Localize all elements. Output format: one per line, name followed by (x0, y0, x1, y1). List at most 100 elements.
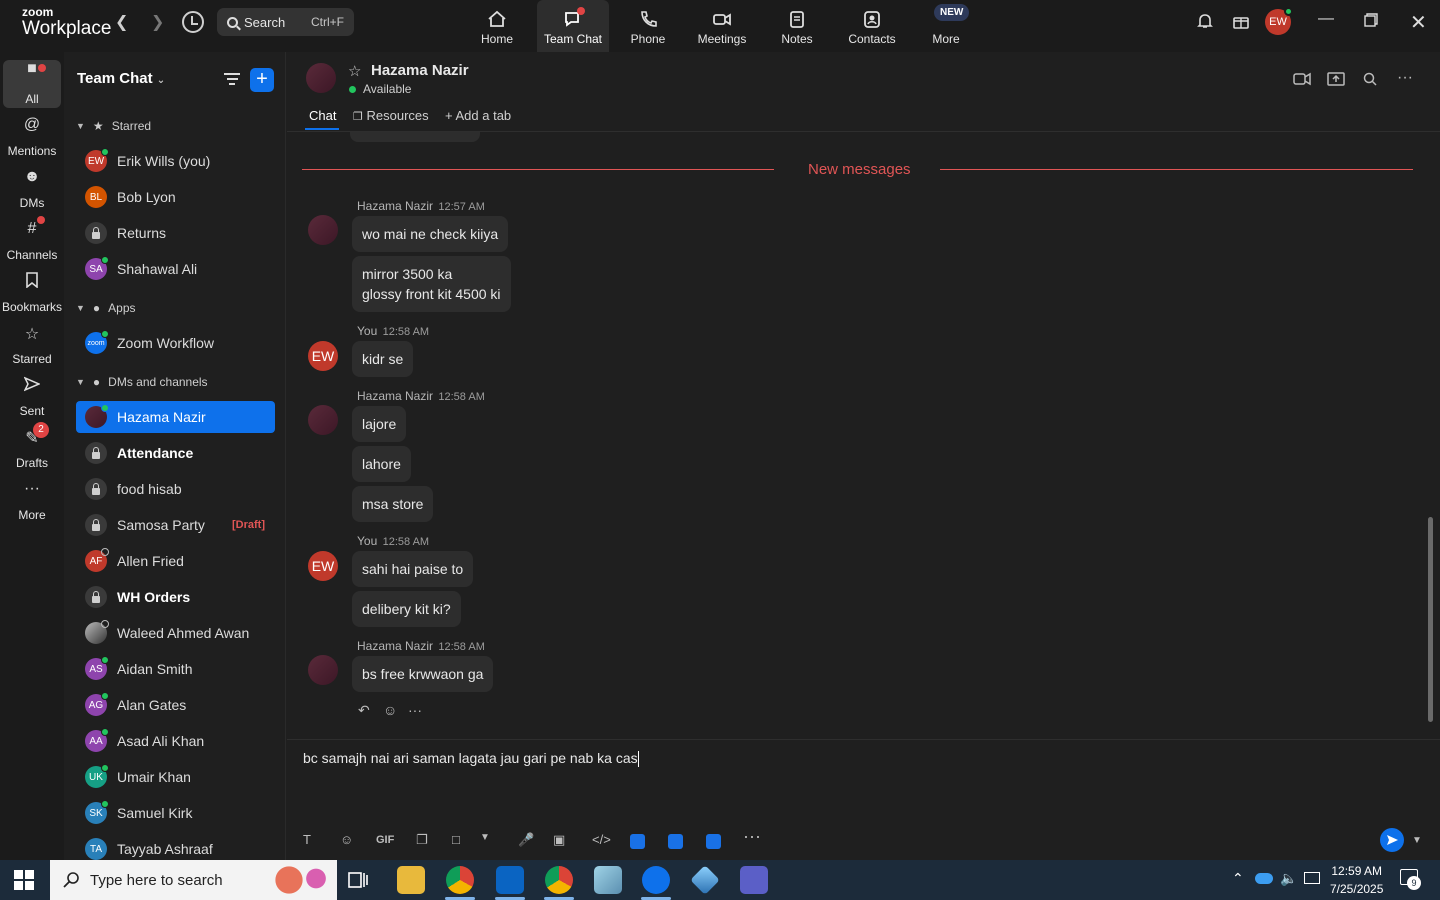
chrome-profile-icon[interactable] (545, 866, 573, 894)
back-arrow-icon[interactable]: ❮ (115, 12, 128, 32)
taskbar-search[interactable]: Type here to search (50, 860, 337, 900)
rail-item-bookmarks[interactable]: Bookmarks (0, 268, 64, 320)
volume-muted-icon[interactable]: 🔈 (1280, 870, 1297, 887)
outlook-icon[interactable] (496, 866, 524, 894)
rail-item-channels[interactable]: # Channels (0, 216, 64, 268)
app-icon[interactable] (594, 866, 622, 894)
message-bubble[interactable]: delibery kit ki? (352, 591, 461, 627)
rail-item-dms[interactable]: ☻ DMs (0, 164, 64, 216)
minimize-icon[interactable]: — (1318, 10, 1334, 28)
more-tools-icon[interactable]: ··· (743, 826, 761, 847)
onedrive-icon[interactable] (1255, 873, 1273, 884)
list-item[interactable]: AS Aidan Smith (76, 653, 275, 685)
message-bubble[interactable]: lahore (352, 446, 411, 482)
chrome-icon[interactable] (446, 866, 474, 894)
tab-contacts[interactable]: Contacts (836, 0, 908, 52)
share-screen-icon[interactable] (1327, 72, 1345, 89)
sender-avatar[interactable] (308, 405, 338, 435)
list-item[interactable]: SA Shahawal Ali (76, 253, 275, 285)
whiteboard-app-icon[interactable] (668, 834, 683, 849)
notification-center-icon[interactable]: 9 (1400, 869, 1421, 890)
file-icon[interactable]: ❐ (416, 832, 428, 848)
message-bubble[interactable]: sahi hai paise to (352, 551, 474, 587)
emoji-reaction-icon[interactable]: ☺ (383, 702, 397, 718)
gif-button[interactable]: GIF (376, 834, 394, 846)
zoom-taskbar-icon[interactable] (642, 866, 670, 894)
message-input[interactable]: bc samajh nai ari saman lagata jau gari … (303, 750, 639, 768)
list-item[interactable]: AA Asad Ali Khan (76, 725, 275, 757)
list-title[interactable]: Team Chat ⌄ (77, 70, 165, 87)
star-icon[interactable]: ☆ (348, 62, 361, 80)
section-apps[interactable]: ▼ ● Apps (76, 298, 136, 318)
screenshot-icon[interactable]: □ (452, 832, 460, 847)
dev-app-icon[interactable] (690, 865, 720, 895)
tab-phone[interactable]: Phone (612, 0, 684, 52)
message-bubble[interactable]: mirror 3500 ka glossy front kit 4500 ki (352, 256, 511, 312)
contact-avatar[interactable] (306, 63, 336, 93)
sender-name[interactable]: Hazama Nazir (357, 389, 433, 403)
send-options-chevron-icon[interactable]: ▼ (1412, 835, 1422, 846)
video-message-icon[interactable]: ▣ (553, 832, 565, 848)
more-options-icon[interactable]: ··· (1397, 69, 1413, 87)
chat-scrollbar[interactable] (1428, 517, 1433, 722)
send-button[interactable] (1380, 828, 1404, 852)
rail-item-mentions[interactable]: @ Mentions (0, 112, 64, 164)
section-starred[interactable]: ▼ ★ Starred (76, 116, 151, 136)
rail-item-more[interactable]: ··· More (0, 476, 64, 528)
message-bubble[interactable]: lajore (352, 406, 407, 442)
sender-name[interactable]: Hazama Nazir (357, 199, 433, 213)
file-explorer-icon[interactable] (397, 866, 425, 894)
rail-item-sent[interactable]: Sent (0, 372, 64, 424)
search-icon[interactable] (1363, 72, 1377, 89)
user-avatar[interactable]: EW (1265, 7, 1293, 35)
list-item[interactable]: Attendance (76, 437, 275, 469)
code-snippet-icon[interactable]: </> (592, 832, 611, 847)
list-item-selected[interactable]: Hazama Nazir (76, 401, 275, 433)
search-box[interactable]: Search Ctrl+F (217, 8, 354, 36)
task-view-icon[interactable] (346, 868, 374, 896)
list-item[interactable]: SK Samuel Kirk (76, 797, 275, 829)
gift-icon[interactable] (1232, 12, 1250, 35)
emoji-icon[interactable]: ☺ (340, 832, 353, 847)
message-bubble[interactable]: bs free krwwaon ga (352, 656, 494, 692)
network-icon[interactable] (1304, 872, 1320, 884)
tab-meetings[interactable]: Meetings (686, 0, 758, 52)
chevron-up-icon[interactable]: ⌃ (1232, 870, 1244, 887)
list-item[interactable]: WH Orders (76, 581, 275, 613)
sender-avatar[interactable] (308, 655, 338, 685)
sender-avatar[interactable]: EW (308, 551, 338, 581)
message-bubble[interactable]: wo mai ne check kiiya (352, 216, 509, 252)
teams-icon[interactable] (740, 866, 768, 894)
history-icon[interactable] (182, 11, 204, 33)
message-bubble[interactable]: msa store (352, 486, 434, 522)
system-clock[interactable]: 12:59 AM 7/25/2025 (1330, 862, 1383, 898)
docs-app-icon[interactable] (630, 834, 645, 849)
forward-arrow-icon[interactable]: ❯ (151, 12, 164, 32)
list-item[interactable]: UK Umair Khan (76, 761, 275, 793)
message-bubble[interactable]: kidr se (352, 341, 414, 377)
list-item[interactable]: zoom Zoom Workflow (76, 327, 275, 359)
filter-icon[interactable] (224, 73, 240, 85)
rail-item-all[interactable]: ■ All (0, 56, 64, 108)
sender-name[interactable]: Hazama Nazir (357, 639, 433, 653)
rail-item-drafts[interactable]: ✎ 2 Drafts (0, 422, 64, 476)
list-item[interactable]: food hisab (76, 473, 275, 505)
list-item[interactable]: AG Alan Gates (76, 689, 275, 721)
list-item[interactable]: BL Bob Lyon (76, 181, 275, 213)
list-item[interactable]: EW Erik Wills (you) (76, 145, 275, 177)
close-icon[interactable]: ✕ (1410, 10, 1427, 35)
tab-team-chat[interactable]: Team Chat (537, 0, 609, 52)
list-item[interactable]: Samosa Party [Draft] (76, 509, 275, 541)
more-actions-icon[interactable]: ··· (408, 702, 422, 718)
microphone-icon[interactable]: 🎤 (518, 832, 534, 848)
tab-add[interactable]: + Add a tab (445, 108, 511, 123)
sender-avatar[interactable]: EW (308, 341, 338, 371)
section-dms-channels[interactable]: ▼ ● DMs and channels (76, 372, 208, 392)
windows-start-icon[interactable] (14, 870, 34, 893)
tab-home[interactable]: Home (461, 0, 533, 52)
chevron-down-icon[interactable]: ▼ (480, 832, 490, 843)
contact-name[interactable]: Hazama Nazir (371, 62, 469, 79)
tab-resources[interactable]: ❐ Resources (353, 108, 429, 123)
format-text-icon[interactable]: T (303, 832, 311, 847)
restore-icon[interactable] (1364, 13, 1378, 32)
